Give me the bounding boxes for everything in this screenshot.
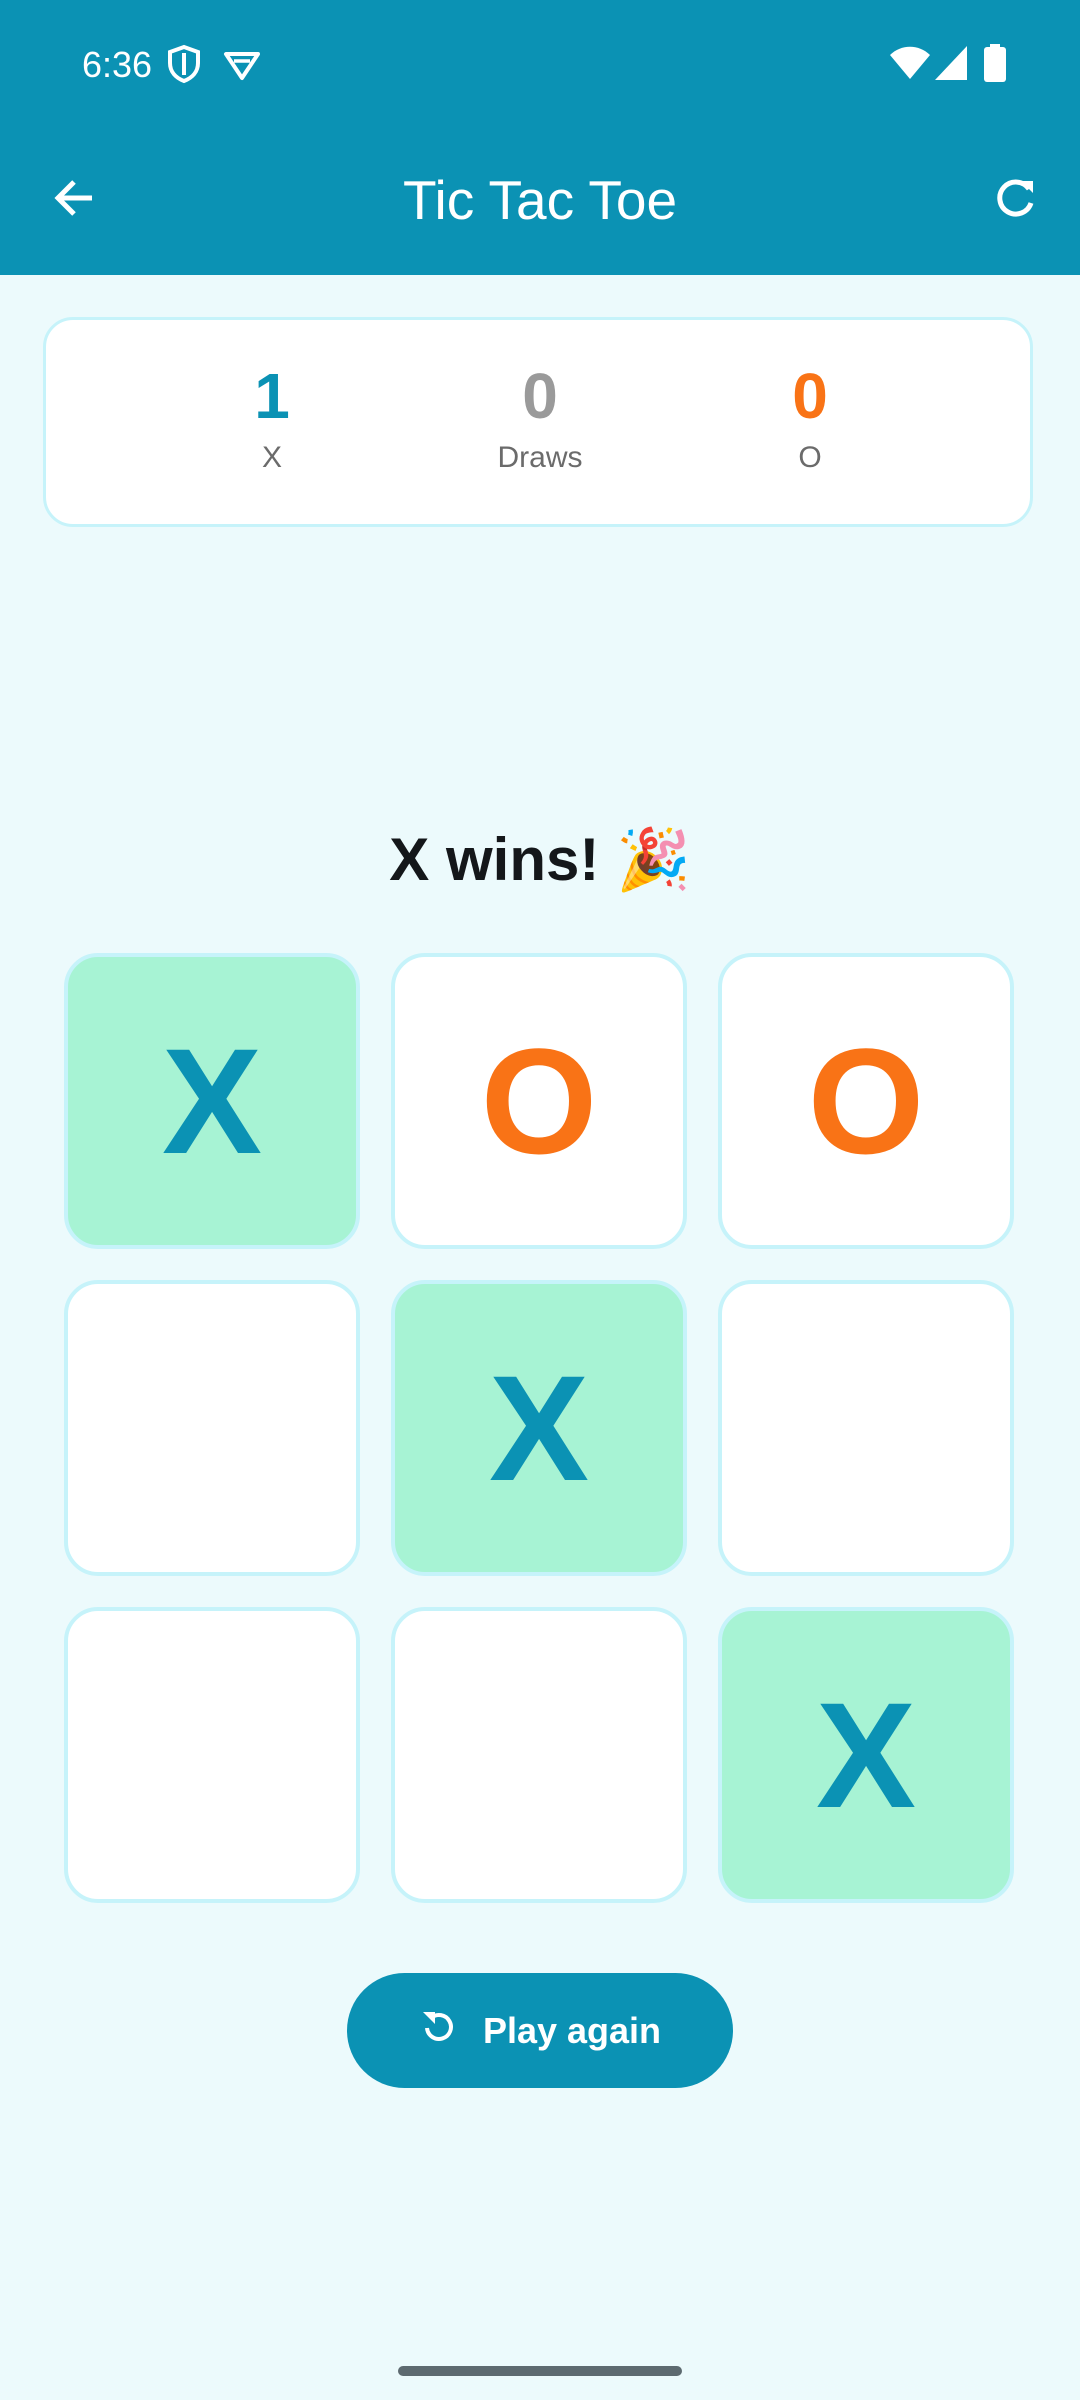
replay-icon <box>419 2006 483 2055</box>
game-status: X wins! 🎉 <box>389 826 691 893</box>
gesture-nav-handle[interactable] <box>398 2366 682 2376</box>
status-bar: 6:36 <box>0 0 1080 125</box>
status-time: 6:36 <box>82 44 153 85</box>
battery-icon <box>984 44 1006 87</box>
page-title: Tic Tac Toe <box>402 169 678 231</box>
board-cell-7[interactable] <box>64 1607 360 1903</box>
score-x: 1 X <box>172 360 372 476</box>
board-cell-9[interactable]: X <box>718 1607 1014 1903</box>
wifi-icon <box>890 46 930 85</box>
board-cell-8[interactable] <box>391 1607 687 1903</box>
play-again-label: Play again <box>482 2009 662 2051</box>
board-cell-2[interactable]: O <box>391 953 687 1249</box>
score-draws: 0 Draws <box>440 360 640 476</box>
score-o: 0 O <box>710 360 910 476</box>
board-cell-1[interactable]: X <box>64 953 360 1249</box>
board-cell-3[interactable]: O <box>718 953 1014 1249</box>
play-again-button[interactable]: Play again <box>347 1973 733 2088</box>
refresh-button[interactable] <box>976 160 1056 240</box>
board-cell-6[interactable] <box>718 1280 1014 1576</box>
app-bar: 6:36 Tic Tac Toe <box>0 0 1080 275</box>
score-x-label: X <box>261 441 282 474</box>
score-o-label: O <box>798 441 822 474</box>
score-x-value: 1 <box>254 360 290 432</box>
shield-icon <box>166 44 202 89</box>
score-card: 1 X 0 Draws 0 O <box>43 317 1033 527</box>
refresh-icon <box>991 173 1041 228</box>
score-draws-label: Draws <box>497 441 583 474</box>
vpn-icon <box>222 44 262 89</box>
score-o-value: 0 <box>792 360 828 432</box>
signal-icon <box>935 46 967 85</box>
board-cell-5[interactable]: X <box>391 1280 687 1576</box>
score-draws-value: 0 <box>522 360 558 432</box>
board-cell-4[interactable] <box>64 1280 360 1576</box>
